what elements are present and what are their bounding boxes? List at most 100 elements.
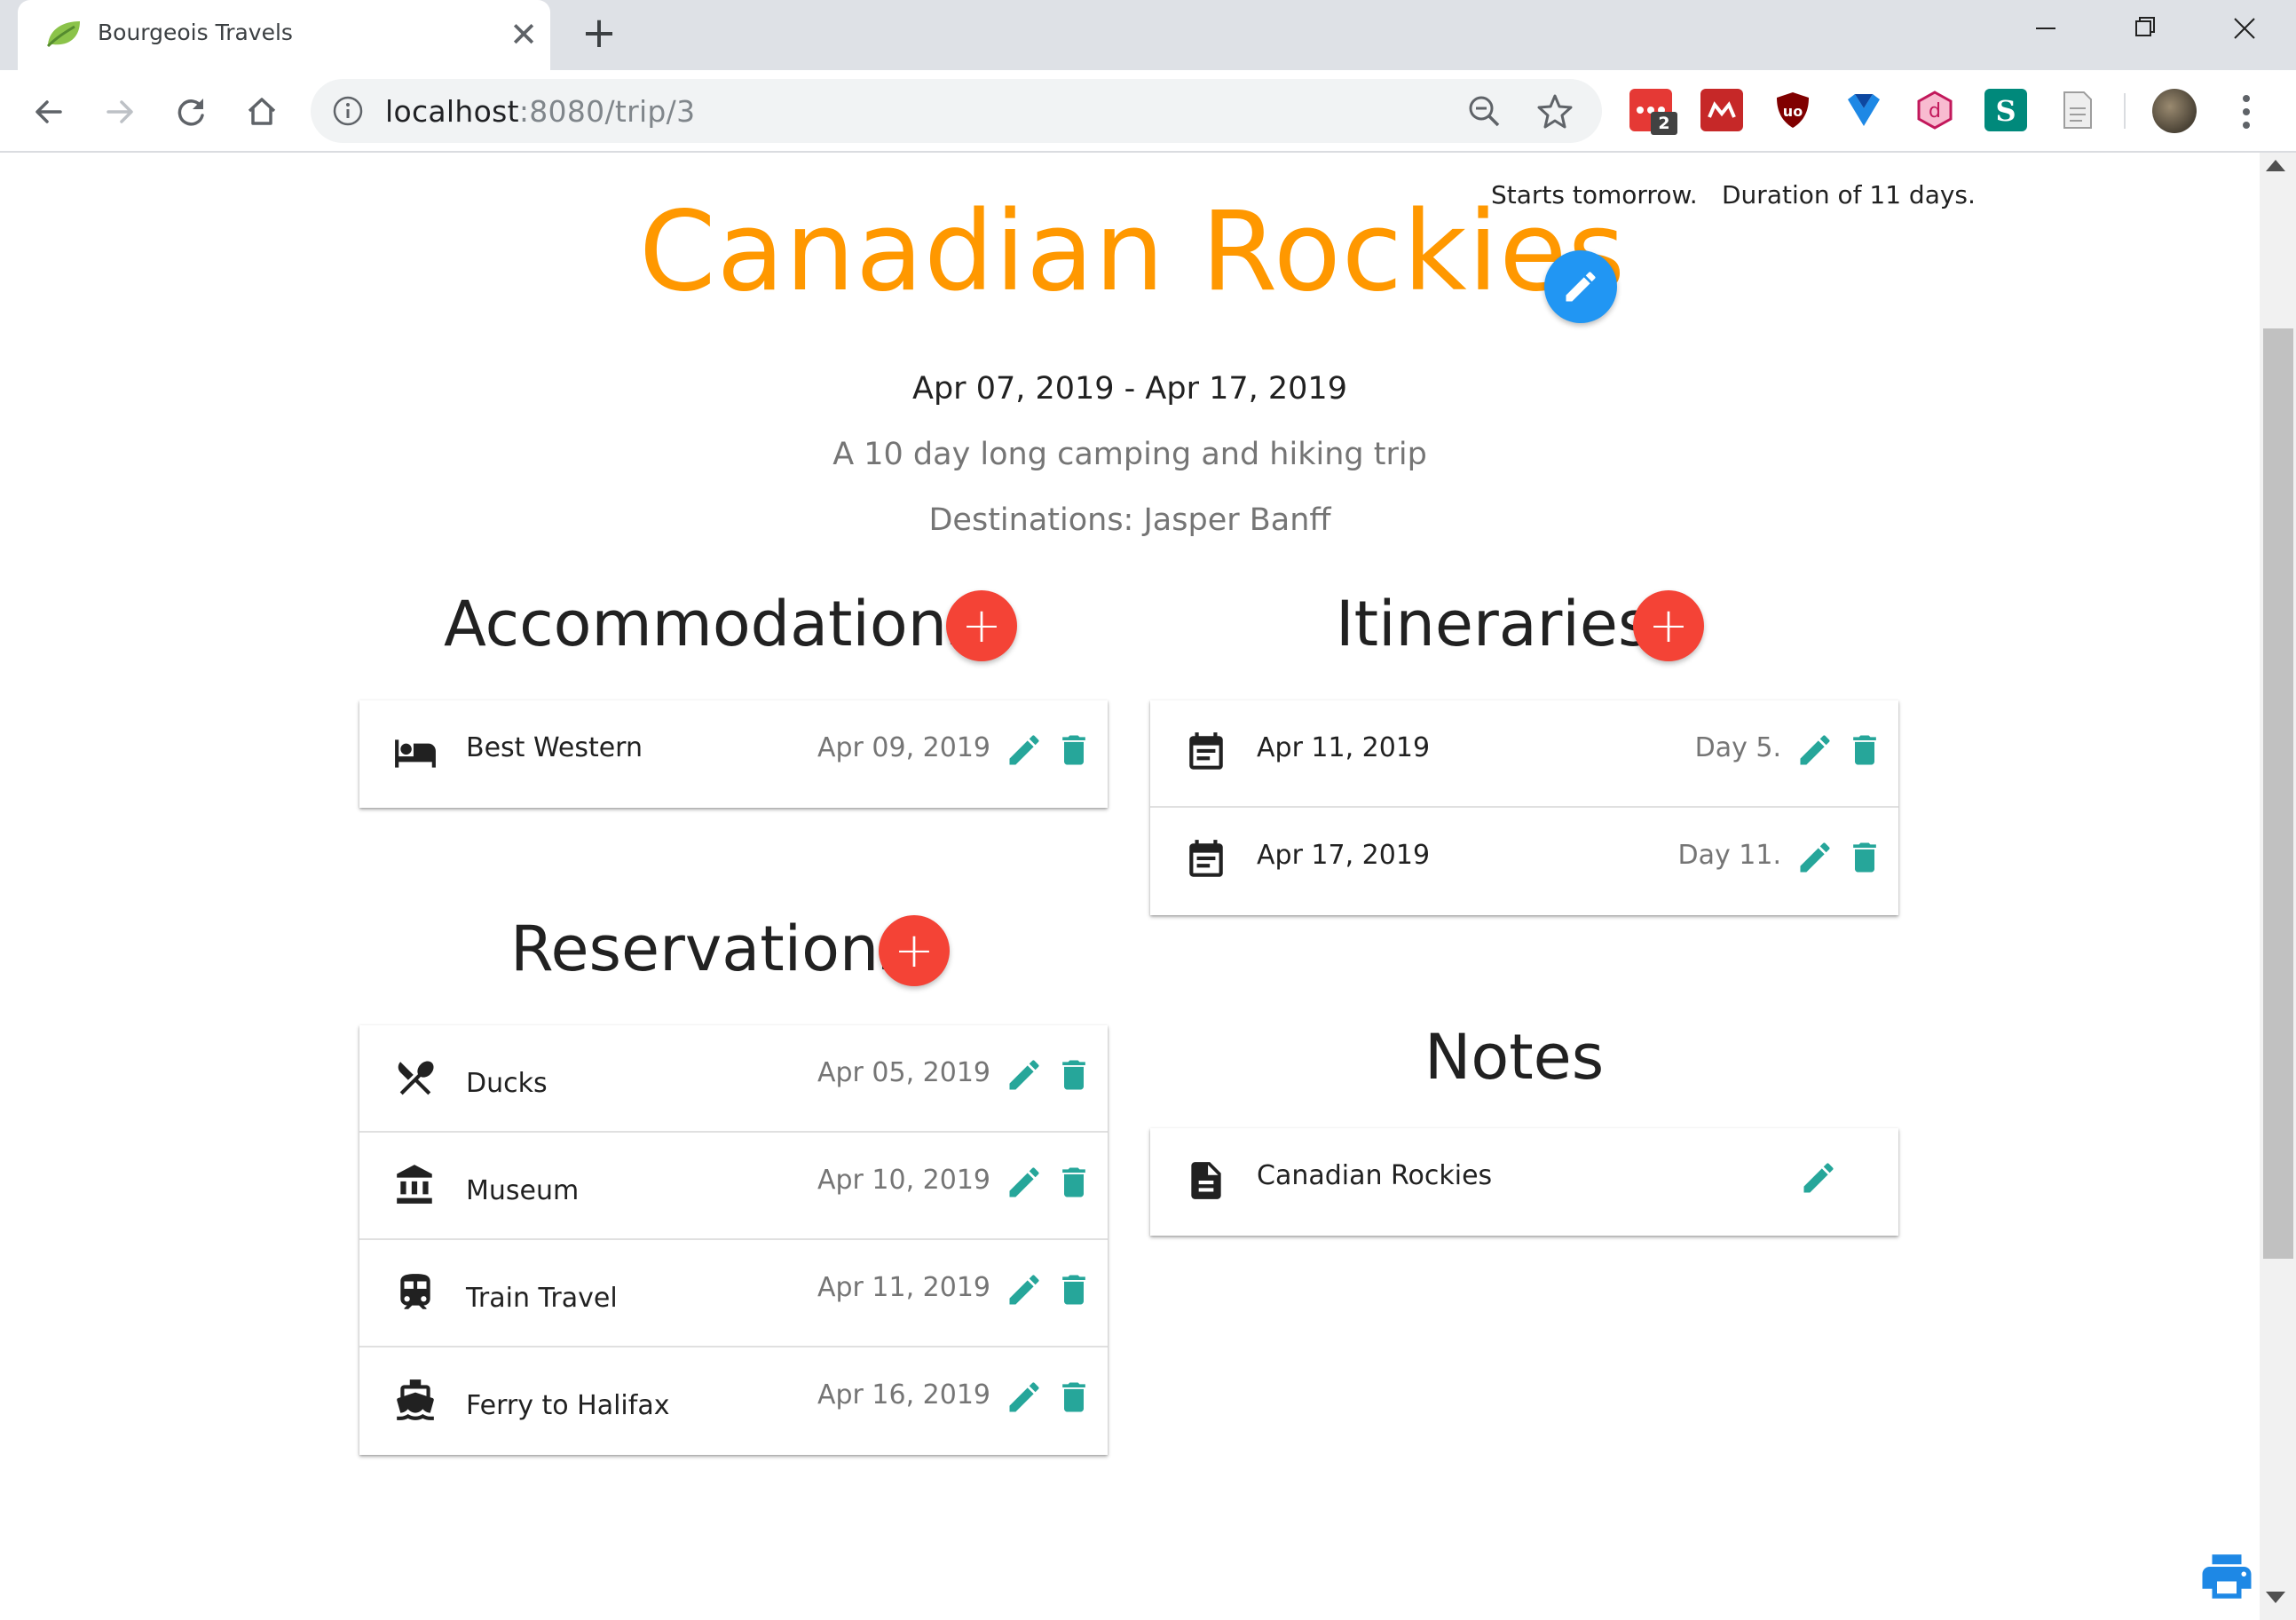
pencil-icon[interactable] [1005,731,1044,770]
forward-button[interactable] [94,86,146,138]
tab-title: Bourgeois Travels [98,20,293,45]
home-icon [248,98,276,125]
svg-text:d: d [1929,100,1941,122]
reservation-name: Museum [466,1175,580,1206]
add-itinerary-button[interactable]: + [1633,590,1704,661]
add-accommodation-button[interactable]: + [946,590,1017,661]
pencil-icon[interactable] [1005,1378,1044,1417]
leaf-favicon-icon [46,21,80,48]
trash-icon[interactable] [1054,1055,1093,1094]
kebab-menu-icon[interactable] [2226,88,2267,136]
restore-icon [2135,17,2155,36]
reservation-row[interactable]: Museum Apr 10, 2019 [359,1133,1108,1240]
print-icon[interactable] [2197,1547,2256,1606]
minimize-icon [2036,28,2055,29]
reservation-row[interactable]: Ducks Apr 05, 2019 [359,1025,1108,1133]
extension-d-icon[interactable]: d [1913,89,1956,131]
trip-destinations: Destinations: Jasper Banff [928,502,1331,538]
extension-s-icon[interactable]: S [1984,89,2027,131]
plus-icon: + [1648,597,1689,653]
toolbar-separator [2124,93,2126,129]
arrow-right-icon [107,100,133,123]
accommodations-list: Best Western Apr 09, 2019 [359,700,1108,808]
note-row[interactable]: Canadian Rockies [1150,1128,1898,1236]
itinerary-day: Day 5. [1694,732,1781,763]
back-button[interactable] [23,86,75,138]
new-tab-button[interactable]: + [577,11,621,55]
svg-text:uo: uo [1783,103,1803,120]
browser-toolbar: localhost:8080/trip/3 2 uo d S [0,70,2296,153]
description-icon [1191,1162,1221,1199]
itinerary-date: Apr 17, 2019 [1257,840,1431,871]
home-button[interactable] [236,86,288,138]
accommodation-row[interactable]: Best Western Apr 09, 2019 [359,700,1108,808]
window-restore-button[interactable] [2096,0,2194,57]
extension-page-icon[interactable] [2055,89,2098,131]
scrollbar-thumb[interactable] [2263,328,2293,1259]
reservation-row[interactable]: Ferry to Halifax Apr 16, 2019 [359,1347,1108,1455]
trash-icon[interactable] [1054,1378,1093,1417]
extension-badge: 2 [1651,112,1677,135]
reservation-name: Ducks [466,1068,548,1099]
arrow-left-icon [36,100,62,123]
ferry-icon [397,1379,434,1420]
extension-vivaldi-icon[interactable] [1842,89,1885,131]
train-icon [400,1274,430,1309]
close-icon [2234,18,2255,39]
itinerary-row[interactable]: Apr 11, 2019 Day 5. [1150,700,1898,808]
trash-icon[interactable] [1845,838,1884,877]
extension-ublock-icon[interactable]: uo [1771,89,1814,131]
reservation-date: Apr 10, 2019 [817,1165,990,1196]
scroll-down-arrow-icon[interactable] [2266,1592,2285,1603]
bookmark-star-icon[interactable] [1535,91,1574,130]
itinerary-row[interactable]: Apr 17, 2019 Day 11. [1150,808,1898,915]
trash-icon[interactable] [1845,731,1884,770]
calendar-icon [1189,840,1223,877]
reload-button[interactable] [165,86,217,138]
notes-list: Canadian Rockies [1150,1128,1898,1236]
zoom-out-icon[interactable] [1466,93,1502,129]
note-title: Canadian Rockies [1257,1160,1493,1191]
address-bar[interactable]: localhost:8080/trip/3 [311,79,1602,143]
itineraries-heading: Itineraries [1336,588,1651,660]
pencil-icon[interactable] [1795,838,1834,877]
plus-icon: + [961,597,1002,653]
document-icon [2063,91,2092,129]
scroll-up-arrow-icon[interactable] [2266,160,2285,171]
hexagon-d-icon: d [1917,91,1953,130]
reservation-date: Apr 05, 2019 [817,1057,990,1088]
window-close-button[interactable] [2196,0,2293,57]
browser-tab[interactable]: Bourgeois Travels ✕ [18,0,550,70]
trip-description: A 10 day long camping and hiking trip [832,437,1427,472]
trash-icon[interactable] [1054,731,1093,770]
reservation-name: Ferry to Halifax [466,1390,670,1421]
pencil-icon[interactable] [1799,1158,1838,1197]
window-minimize-button[interactable] [1997,0,2095,57]
edit-trip-button[interactable] [1544,250,1617,323]
add-reservation-button[interactable]: + [879,915,950,986]
v-diamond-icon [1848,94,1880,126]
profile-avatar[interactable] [2152,89,2197,133]
pencil-icon[interactable] [1005,1055,1044,1094]
reservation-name: Train Travel [466,1283,618,1314]
reservation-row[interactable]: Train Travel Apr 11, 2019 [359,1240,1108,1347]
trash-icon[interactable] [1054,1163,1093,1202]
accommodation-name: Best Western [466,732,643,763]
trash-icon[interactable] [1054,1270,1093,1309]
pencil-icon[interactable] [1795,731,1834,770]
url-host: localhost [385,94,519,129]
itinerary-day: Day 11. [1677,840,1781,871]
tab-close-icon[interactable]: ✕ [501,12,546,57]
pencil-icon[interactable] [1005,1163,1044,1202]
calendar-icon [1189,732,1223,770]
museum-icon [397,1165,432,1204]
restaurant-icon [398,1061,434,1095]
reservations-heading: Reservations [510,913,911,985]
svg-text:S: S [1995,94,2016,128]
pencil-icon[interactable] [1005,1270,1044,1309]
extension-mendeley-icon[interactable] [1700,89,1743,131]
s-letter-icon: S [1995,94,2016,128]
info-icon[interactable] [332,95,364,127]
reload-icon [178,99,204,126]
extension-todo-icon[interactable]: 2 [1629,89,1677,135]
